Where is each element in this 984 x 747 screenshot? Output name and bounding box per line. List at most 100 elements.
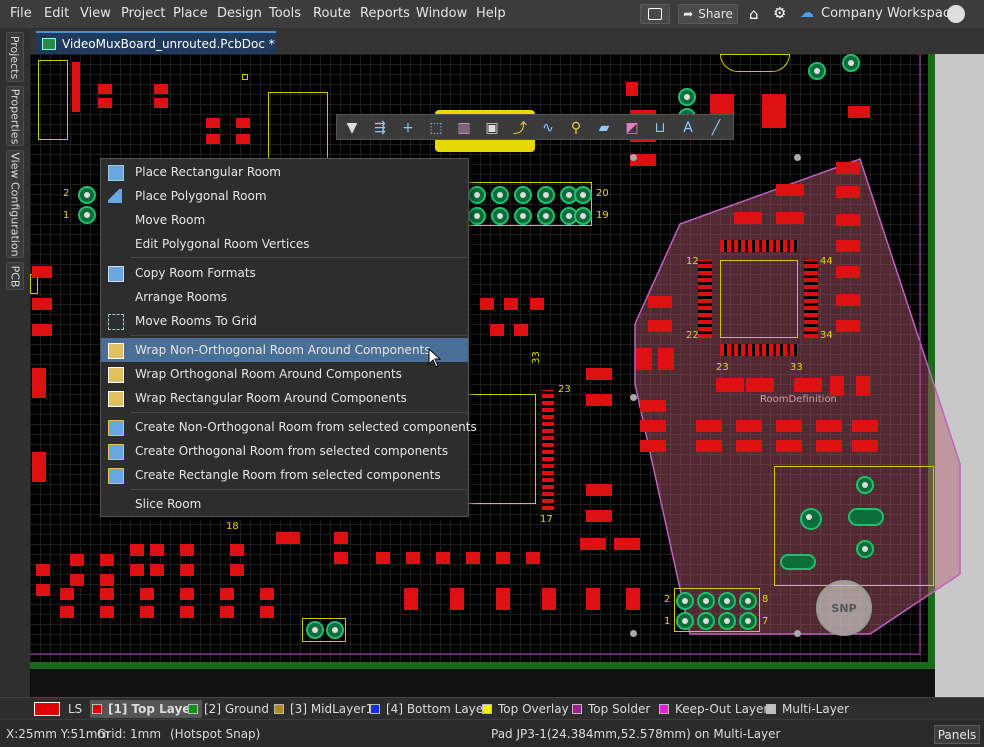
layer-tab-top-layer[interactable]: [1] Top Layer: [90, 700, 203, 718]
header-pin: [514, 207, 532, 225]
menu-item-move-room[interactable]: Move Room: [101, 208, 468, 232]
component-pad: [816, 420, 842, 432]
panel-tab-view-configuration[interactable]: View Configuration: [6, 150, 24, 258]
gear-icon[interactable]: ⚙: [773, 4, 786, 22]
wrap-icon: [108, 367, 124, 383]
layer-tab-multi-layer[interactable]: Multi-Layer: [766, 700, 849, 718]
component-pad: [32, 266, 52, 278]
dimension-icon[interactable]: ⊔: [651, 119, 669, 137]
panel-tab-properties[interactable]: Properties: [6, 86, 24, 146]
component-pad: [60, 606, 74, 618]
line-icon[interactable]: ╱: [707, 119, 725, 137]
layer-set-button[interactable]: LS: [34, 700, 82, 718]
component-pad: [586, 368, 612, 380]
component-outline: [720, 54, 790, 72]
share-icon: ➦: [683, 7, 694, 21]
workspace-label[interactable]: Company Workspace: [821, 6, 958, 21]
share-button[interactable]: ➦ Share: [678, 4, 738, 24]
component-pad: [220, 588, 234, 600]
menu-item-create-rectangle-room[interactable]: Create Rectangle Room from selected comp…: [101, 463, 468, 487]
layer-tab-bottom-layer[interactable]: [4] Bottom Layer: [370, 700, 488, 718]
menu-item-wrap-rectangular-room[interactable]: Wrap Rectangular Room Around Components: [101, 386, 468, 410]
share-label: Share: [698, 7, 733, 21]
layer-tab-top-solder[interactable]: Top Solder: [572, 700, 650, 718]
layer-tab-midlayer1[interactable]: [3] MidLayer1: [274, 700, 373, 718]
panels-button[interactable]: Panels: [934, 725, 980, 744]
component-pad: [580, 538, 606, 550]
menu-item-create-non-orthogonal-room[interactable]: Create Non-Orthogonal Room from selected…: [101, 415, 477, 439]
component-pad: [636, 348, 652, 370]
ic-pads-bottom: [720, 344, 798, 356]
menu-view[interactable]: View: [80, 6, 111, 21]
document-tab[interactable]: VideoMuxBoard_unrouted.PcbDoc *: [36, 31, 276, 54]
connector-slot-pad: [848, 508, 884, 526]
menu-help[interactable]: Help: [476, 6, 506, 21]
menu-item-slice-room[interactable]: Slice Room: [101, 492, 468, 516]
layer-tab-keep-out-layer[interactable]: Keep-Out Layer: [659, 700, 768, 718]
panel-tab-pcb[interactable]: PCB: [6, 262, 24, 290]
component-icon[interactable]: ▣: [483, 119, 501, 137]
pin-label: 8: [762, 594, 769, 605]
comment-button[interactable]: [640, 4, 670, 24]
route-icon[interactable]: ⤴: [511, 119, 529, 137]
align-icon[interactable]: ▥: [455, 119, 473, 137]
create-room-icon: [108, 468, 124, 484]
crosshair-icon[interactable]: +: [399, 119, 417, 137]
layer-tab-label: [2] Ground: [204, 702, 269, 716]
selection-handle[interactable]: [794, 154, 801, 161]
select-area-icon[interactable]: ⬚: [427, 119, 445, 137]
menu-item-copy-room-formats[interactable]: Copy Room Formats: [101, 261, 468, 285]
component-pad: [98, 84, 112, 94]
menu-design[interactable]: Design: [217, 6, 262, 21]
ic-pads-right: [542, 390, 554, 510]
header-pin: [739, 592, 757, 610]
interactive-routing-icon[interactable]: ⇶: [371, 119, 389, 137]
diff-pair-icon[interactable]: ∿: [539, 119, 557, 137]
menu-item-wrap-non-orthogonal-room[interactable]: Wrap Non-Orthogonal Room Around Componen…: [101, 338, 468, 362]
cursor-coordinates: X:25mm Y:51mm: [6, 727, 110, 741]
polygon-icon[interactable]: ▰: [595, 119, 613, 137]
menu-item-create-orthogonal-room[interactable]: Create Orthogonal Room from selected com…: [101, 439, 468, 463]
menu-place[interactable]: Place: [173, 6, 208, 21]
panel-tab-projects-label: Projects: [8, 35, 22, 79]
header-pin: [574, 207, 592, 225]
home-icon[interactable]: ⌂: [749, 5, 759, 23]
menu-item-move-rooms-to-grid[interactable]: Move Rooms To Grid: [101, 309, 468, 333]
menu-window[interactable]: Window: [416, 6, 467, 21]
create-room-icon: [108, 444, 124, 460]
selection-handle[interactable]: [630, 630, 637, 637]
header-pin: [468, 207, 486, 225]
menu-item-wrap-orthogonal-room[interactable]: Wrap Orthogonal Room Around Components: [101, 362, 468, 386]
menu-file[interactable]: File: [10, 6, 32, 21]
header-pin: [676, 592, 694, 610]
component-pad: [140, 588, 154, 600]
selection-handle[interactable]: [630, 154, 637, 161]
user-avatar-icon[interactable]: [947, 5, 965, 23]
menu-edit[interactable]: Edit: [44, 6, 69, 21]
header-pin: [537, 207, 555, 225]
menu-item-arrange-rooms[interactable]: Arrange Rooms: [101, 285, 468, 309]
layer-tab-label: Multi-Layer: [782, 702, 850, 716]
menu-route[interactable]: Route: [313, 6, 351, 21]
ic-pads-left: [698, 260, 712, 338]
menu-item-edit-polygonal-room-vertices[interactable]: Edit Polygonal Room Vertices: [101, 232, 468, 256]
filter-icon[interactable]: ▼: [343, 119, 361, 137]
layer-tab-top-overlay[interactable]: Top Overlay: [482, 700, 569, 718]
selection-handle[interactable]: [794, 630, 801, 637]
menu-tools[interactable]: Tools: [269, 6, 301, 21]
component-pad: [836, 294, 860, 306]
selection-handle[interactable]: [630, 394, 637, 401]
menu-item-place-polygonal-room[interactable]: Place Polygonal Room: [101, 184, 468, 208]
menu-project[interactable]: Project: [121, 6, 165, 21]
menu-reports[interactable]: Reports: [360, 6, 410, 21]
panel-tab-projects[interactable]: Projects: [6, 32, 24, 82]
via-icon[interactable]: ⚲: [567, 119, 585, 137]
keepout-icon[interactable]: ◩: [623, 119, 641, 137]
via-pad: [78, 186, 96, 204]
text-icon[interactable]: A: [679, 119, 697, 137]
menu-item-place-rectangular-room[interactable]: Place Rectangular Room: [101, 160, 468, 184]
component-outline: [38, 60, 68, 140]
layer-tabs-bar: LS [1] Top Layer [2] Ground [3] MidLayer…: [0, 697, 984, 719]
layer-tab-ground[interactable]: [2] Ground: [188, 700, 269, 718]
pcb-canvas[interactable]: Altium 2 1 20 19 12 44 22 34: [30, 54, 984, 697]
